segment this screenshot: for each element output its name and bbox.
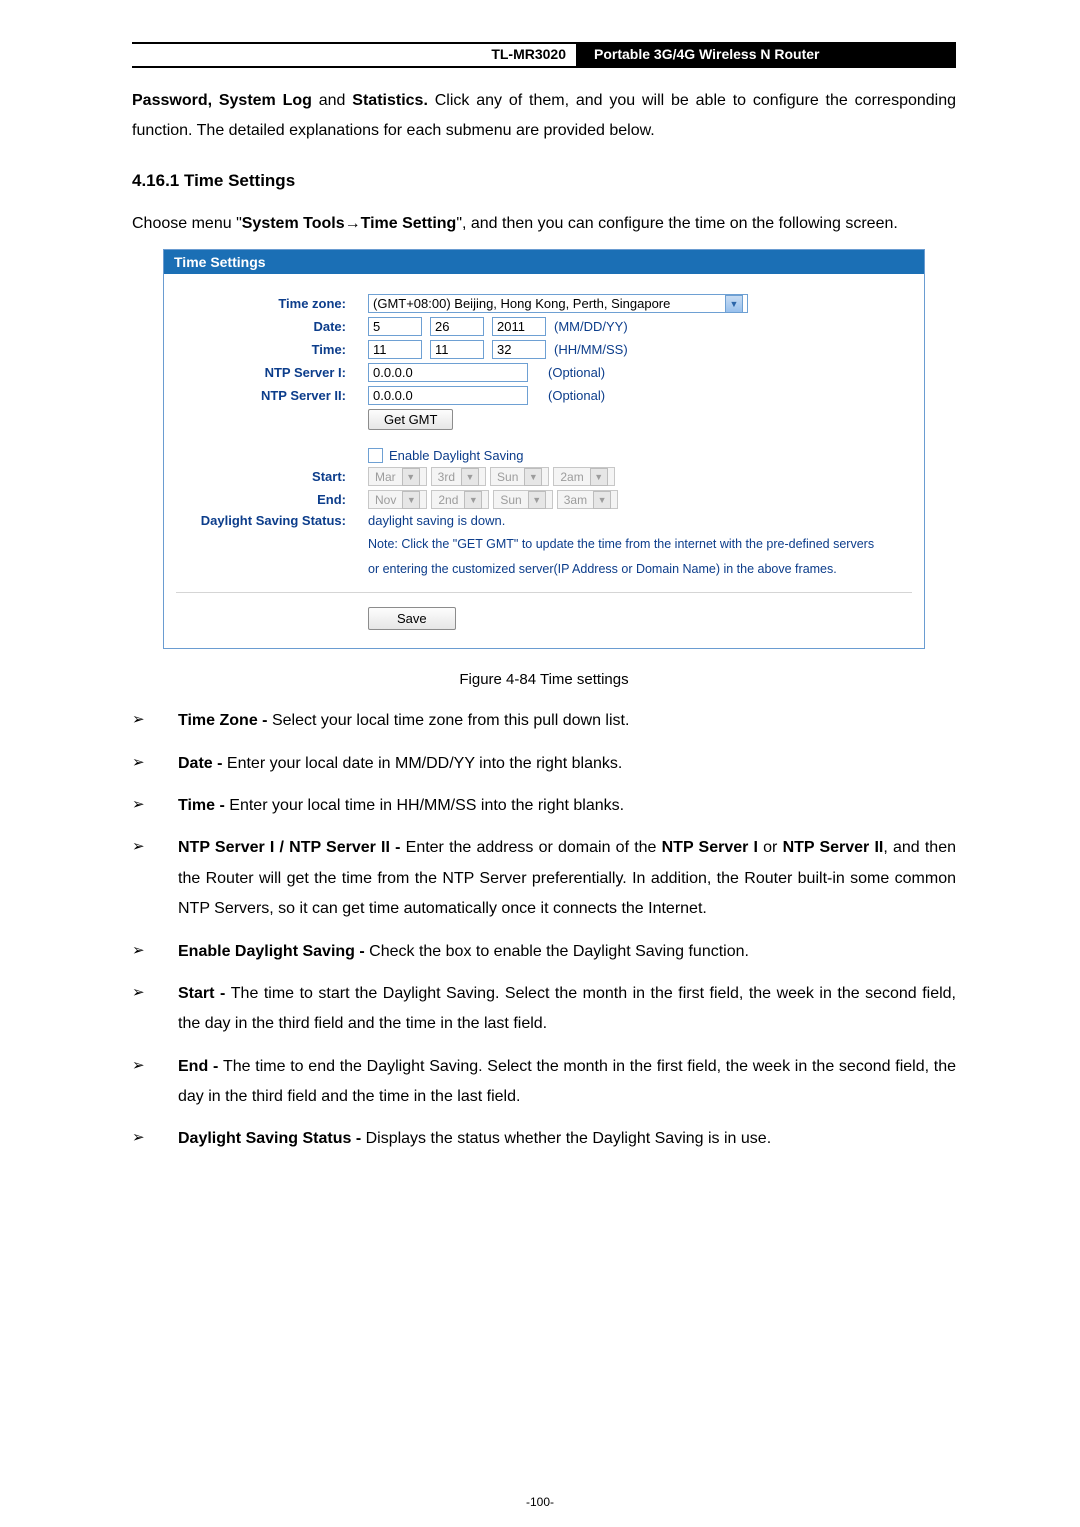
start-time-select[interactable]: 2am▼ [553,467,614,486]
chevron-down-icon: ▼ [593,491,611,509]
list-item: NTP Server I / NTP Server II - Enter the… [132,833,956,924]
ntp2-hint: (Optional) [548,388,605,403]
list-item: Enable Daylight Saving - Check the box t… [132,937,956,967]
panel-note-1: Note: Click the "GET GMT" to update the … [368,532,912,557]
ntp1-hint: (Optional) [548,365,605,380]
list-item: Date - Enter your local date in MM/DD/YY… [132,749,956,779]
chevron-down-icon: ▼ [725,295,743,313]
intro-paragraph-2: Choose menu "System Tools→Time Setting",… [132,209,956,239]
ntp2-input[interactable] [368,386,528,405]
list-item: Daylight Saving Status - Displays the st… [132,1124,956,1154]
date-day-input[interactable] [430,317,484,336]
get-gmt-button[interactable]: Get GMT [368,409,453,430]
chevron-down-icon: ▼ [528,491,546,509]
enable-daylight-checkbox[interactable] [368,448,383,463]
intro-bold-1: Password, System Log [132,92,312,109]
time-sec-input[interactable] [492,340,546,359]
date-month-input[interactable] [368,317,422,336]
bullet-list: Time Zone - Select your local time zone … [132,706,956,1155]
label-ntp2: NTP Server II: [176,388,368,403]
label-dss: Daylight Saving Status: [176,513,368,528]
daylight-status-value: daylight saving is down. [368,513,505,528]
list-item: Time - Enter your local time in HH/MM/SS… [132,791,956,821]
start-month-select[interactable]: Mar▼ [368,467,427,486]
start-week-select[interactable]: 3rd▼ [431,467,486,486]
end-time-select[interactable]: 3am▼ [557,490,618,509]
list-item: Time Zone - Select your local time zone … [132,706,956,736]
time-hour-input[interactable] [368,340,422,359]
label-timezone: Time zone: [176,296,368,311]
end-day-select[interactable]: Sun▼ [493,490,552,509]
panel-title: Time Settings [164,250,924,284]
time-settings-panel: Time Settings Time zone: (GMT+08:00) Bei… [163,249,925,649]
time-hint: (HH/MM/SS) [554,342,628,357]
label-ntp1: NTP Server I: [176,365,368,380]
intro-paragraph-1: Password, System Log and Statistics. Cli… [132,86,956,147]
chevron-down-icon: ▼ [402,491,420,509]
save-button[interactable]: Save [368,607,456,630]
timezone-select[interactable]: (GMT+08:00) Beijing, Hong Kong, Perth, S… [368,294,748,313]
chevron-down-icon: ▼ [590,468,608,486]
header-title: Portable 3G/4G Wireless N Router [576,44,956,66]
label-end: End: [176,492,368,507]
start-day-select[interactable]: Sun▼ [490,467,549,486]
end-week-select[interactable]: 2nd▼ [431,490,489,509]
chevron-down-icon: ▼ [524,468,542,486]
panel-note-2: or entering the customized server(IP Add… [368,557,912,582]
section-title: 4.16.1 Time Settings [132,171,956,191]
time-min-input[interactable] [430,340,484,359]
label-start: Start: [176,469,368,484]
list-item: Start - The time to start the Daylight S… [132,979,956,1040]
list-item: End - The time to end the Daylight Savin… [132,1052,956,1113]
date-year-input[interactable] [492,317,546,336]
date-hint: (MM/DD/YY) [554,319,628,334]
label-time: Time: [176,342,368,357]
enable-daylight-label: Enable Daylight Saving [389,448,523,463]
figure-caption: Figure 4-84 Time settings [132,671,956,688]
chevron-down-icon: ▼ [464,491,482,509]
ntp1-input[interactable] [368,363,528,382]
end-month-select[interactable]: Nov▼ [368,490,427,509]
page-number: -100- [0,1495,1080,1509]
label-date: Date: [176,319,368,334]
intro-bold-2: Statistics. [352,92,428,109]
chevron-down-icon: ▼ [402,468,420,486]
header-model: TL-MR3020 [481,44,576,66]
page-header-band: TL-MR3020 Portable 3G/4G Wireless N Rout… [132,42,956,68]
chevron-down-icon: ▼ [461,468,479,486]
